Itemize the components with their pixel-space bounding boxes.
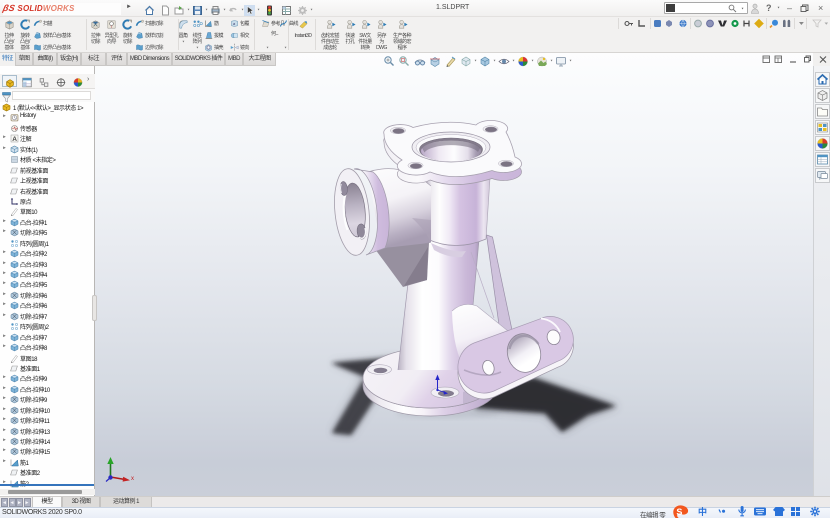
svg-text:A: A: [12, 136, 17, 143]
svg-text:x: x: [131, 476, 134, 482]
svg-text:S: S: [676, 507, 682, 517]
svg-text:中: 中: [698, 506, 707, 517]
